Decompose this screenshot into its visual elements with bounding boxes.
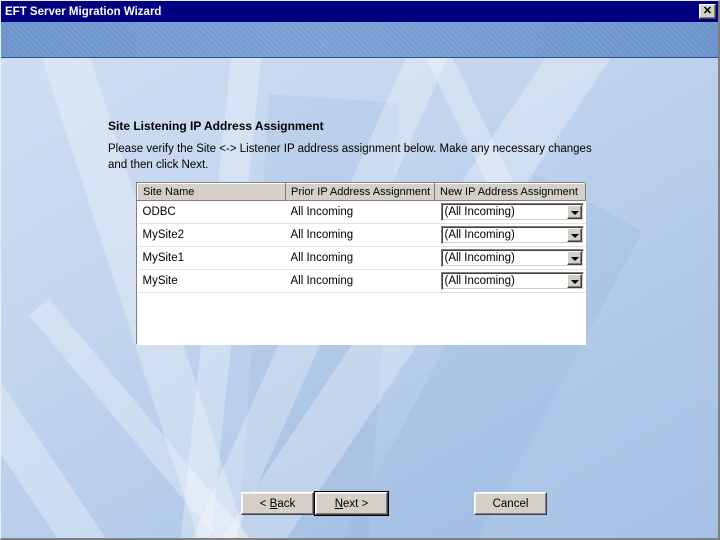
close-button[interactable]: ✕ [699, 4, 716, 19]
new-ip-dropdown[interactable]: (All Incoming) [440, 249, 584, 267]
table-row[interactable]: MySite1 All Incoming (All Incoming) [137, 246, 586, 270]
window-title: EFT Server Migration Wizard [5, 5, 162, 18]
new-ip-dropdown[interactable]: (All Incoming) [440, 226, 584, 244]
column-header-site-name[interactable]: Site Name [137, 183, 286, 201]
back-button-label: < Back [259, 497, 296, 510]
cell-prior-ip: All Incoming [285, 246, 435, 270]
site-listener-table-panel: Site Name Prior IP Address Assignment Ne… [136, 182, 586, 345]
page-description: Please verify the Site <-> Listener IP a… [108, 143, 592, 171]
close-icon: ✕ [702, 5, 713, 17]
chevron-down-icon[interactable] [566, 205, 582, 219]
cell-prior-ip: All Incoming [285, 223, 435, 247]
new-ip-dropdown-value: (All Incoming) [444, 252, 515, 264]
site-listener-table-wrapper: Site Name Prior IP Address Assignment Ne… [137, 183, 586, 293]
cancel-button[interactable]: Cancel [474, 492, 547, 515]
next-button[interactable]: Next > [314, 491, 389, 516]
title-bar: EFT Server Migration Wizard ✕ [1, 1, 718, 22]
page-title: Site Listening IP Address Assignment [108, 119, 324, 133]
cell-site-name: MySite1 [137, 246, 286, 270]
new-ip-dropdown-value: (All Incoming) [444, 206, 515, 218]
cell-prior-ip: All Incoming [285, 269, 435, 293]
wizard-window: EFT Server Migration Wizard ✕ Site Liste… [0, 0, 720, 540]
table-row[interactable]: MySite All Incoming (All Incoming) [137, 269, 586, 293]
chevron-down-icon[interactable] [566, 274, 582, 288]
table-row[interactable]: ODBC All Incoming (All Incoming) [137, 200, 586, 224]
cell-prior-ip: All Incoming [285, 200, 435, 224]
cell-new-ip: (All Incoming) [434, 223, 586, 247]
next-button-inner: Next > [315, 492, 388, 515]
cell-new-ip: (All Incoming) [434, 246, 586, 270]
column-header-prior-ip[interactable]: Prior IP Address Assignment [285, 183, 435, 201]
column-header-new-ip[interactable]: New IP Address Assignment [434, 183, 586, 201]
header-banner [1, 22, 718, 58]
new-ip-dropdown-value: (All Incoming) [444, 275, 515, 287]
new-ip-dropdown[interactable]: (All Incoming) [440, 272, 584, 290]
cancel-button-label: Cancel [492, 497, 529, 510]
cell-site-name: ODBC [137, 200, 286, 224]
cell-new-ip: (All Incoming) [434, 200, 586, 224]
cell-site-name: MySite2 [137, 223, 286, 247]
cell-site-name: MySite [137, 269, 286, 293]
table-header-row: Site Name Prior IP Address Assignment Ne… [137, 183, 586, 201]
chevron-down-icon[interactable] [566, 251, 582, 265]
chevron-down-icon[interactable] [566, 228, 582, 242]
next-button-label: Next > [334, 497, 369, 510]
new-ip-dropdown[interactable]: (All Incoming) [440, 203, 584, 221]
table-row[interactable]: MySite2 All Incoming (All Incoming) [137, 223, 586, 247]
new-ip-dropdown-value: (All Incoming) [444, 229, 515, 241]
back-button[interactable]: < Back [241, 492, 314, 515]
site-listener-table: Site Name Prior IP Address Assignment Ne… [137, 183, 586, 293]
cell-new-ip: (All Incoming) [434, 269, 586, 293]
